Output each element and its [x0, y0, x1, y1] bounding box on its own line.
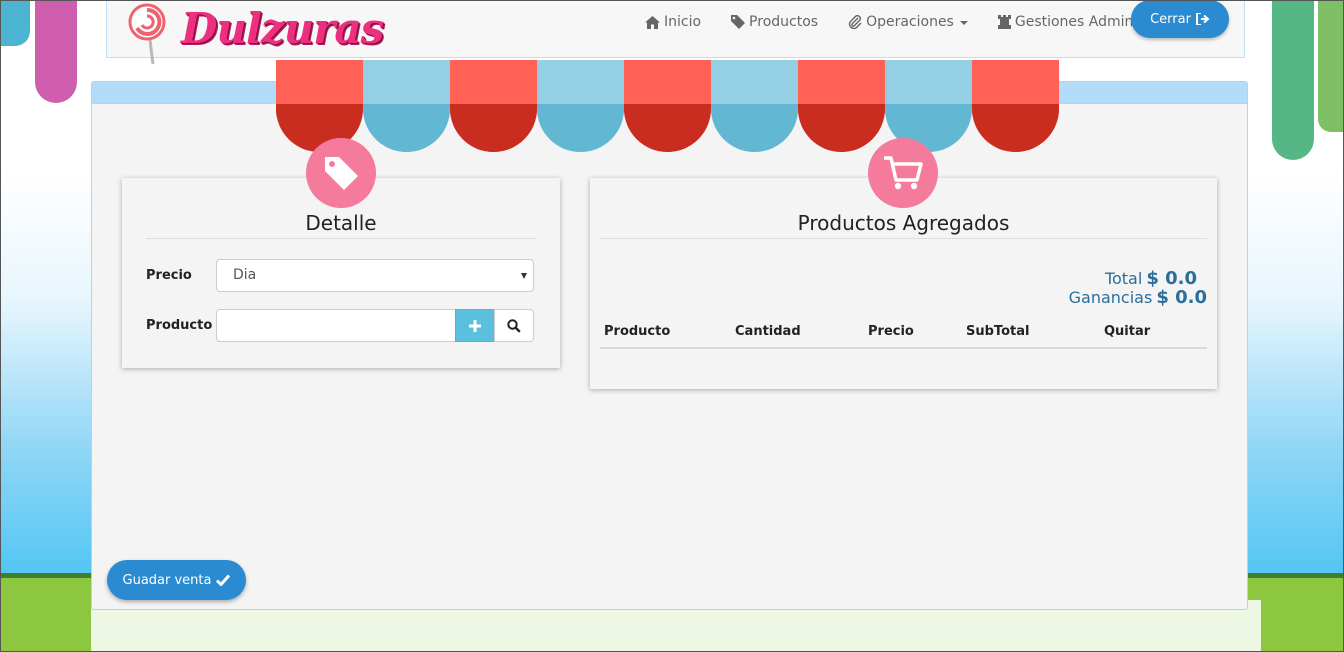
chevron-down-icon — [521, 273, 527, 279]
plus-icon — [469, 319, 481, 332]
precio-label: Precio — [146, 268, 192, 283]
nav-operaciones[interactable]: Operaciones — [848, 14, 968, 30]
candy-stick-decoration — [35, 0, 77, 103]
precio-selected-value: Dia — [233, 267, 257, 283]
tag-icon — [325, 157, 358, 190]
candy-stick-decoration — [1318, 0, 1344, 132]
ganancias-line: Ganancias $ 0.0 — [1069, 288, 1207, 307]
nav-gestiones-admin[interactable]: Gestiones Admin — [997, 14, 1148, 30]
detalle-badge — [306, 138, 376, 208]
productos-agregados-badge — [868, 138, 938, 208]
productos-agregados-card: Productos Agregados Total $ 0.0 Ganancias… — [590, 178, 1217, 389]
productos-agregados-title: Productos Agregados — [797, 211, 1010, 235]
column-header-cantidad: Cantidad — [735, 324, 801, 339]
rook-icon — [997, 15, 1011, 29]
brand-name: Dulzuras — [181, 4, 384, 53]
divider — [146, 238, 536, 239]
precio-select[interactable]: Dia — [216, 259, 534, 292]
total-label: Total — [1104, 269, 1143, 288]
logout-button[interactable]: Cerrar — [1131, 0, 1229, 38]
awning-stripe-red — [624, 60, 711, 152]
save-sale-label: Guadar venta — [122, 572, 212, 588]
awning-stripe-blue — [537, 60, 624, 152]
detalle-title: Detalle — [305, 211, 377, 235]
column-header-subtotal: SubTotal — [966, 324, 1030, 339]
search-product-button[interactable] — [494, 309, 534, 342]
awning-stripe-blue — [363, 60, 450, 152]
table-header-divider — [600, 347, 1207, 349]
nav-inicio[interactable]: Inicio — [645, 14, 701, 30]
candy-stick-decoration — [0, 0, 30, 46]
totals-summary: Total $ 0.0 Ganancias $ 0.0 — [1069, 269, 1207, 307]
ganancias-value: $ 0.0 — [1156, 287, 1207, 308]
awning-stripe-red — [972, 60, 1059, 152]
nav-productos[interactable]: Productos — [731, 14, 818, 30]
top-navbar: Dulzuras Inicio Productos Operaciones Ge… — [106, 0, 1245, 65]
awning-stripe-blue — [711, 60, 798, 152]
nav-productos-label: Productos — [749, 14, 819, 30]
awning-stripe-red — [798, 60, 885, 152]
nav-operaciones-label: Operaciones — [866, 14, 954, 30]
ganancias-label: Ganancias — [1068, 288, 1153, 307]
search-icon — [507, 318, 521, 333]
paperclip-icon — [848, 15, 862, 29]
brand-logo[interactable]: Dulzuras — [123, 2, 384, 65]
check-icon — [216, 574, 231, 586]
tag-icon — [731, 15, 746, 29]
shopping-cart-icon — [884, 156, 923, 190]
save-sale-button[interactable]: Guadar venta — [107, 560, 246, 600]
column-header-producto: Producto — [604, 324, 671, 339]
chevron-down-icon — [959, 21, 968, 25]
nav-inicio-label: Inicio — [664, 14, 702, 30]
column-header-quitar: Quitar — [1104, 324, 1151, 339]
divider — [600, 238, 1207, 239]
candy-stick-decoration — [1272, 0, 1314, 160]
nav-gestiones-admin-label: Gestiones Admin — [1014, 14, 1134, 30]
producto-label: Producto — [146, 318, 213, 333]
column-header-precio: Precio — [868, 324, 914, 339]
awning-stripe-red — [450, 60, 537, 152]
producto-input[interactable] — [216, 309, 456, 342]
lollipop-icon — [128, 3, 166, 65]
add-product-button[interactable] — [455, 309, 495, 342]
logout-label: Cerrar — [1150, 11, 1191, 27]
total-value: $ 0.0 — [1146, 268, 1197, 289]
total-line: Total $ 0.0 — [1069, 269, 1197, 288]
sign-out-icon — [1195, 13, 1210, 25]
home-icon — [645, 15, 660, 29]
awning-decoration — [276, 60, 1059, 152]
